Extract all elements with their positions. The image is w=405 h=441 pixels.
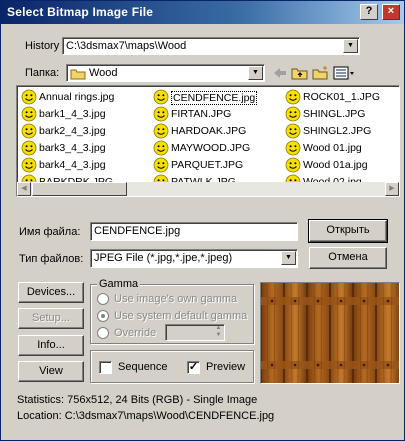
file-list-item[interactable]: ROCK01_1.JPG	[285, 89, 405, 105]
file-name: HARDOAK.JPG	[171, 125, 247, 137]
file-name: Annual rings.jpg	[39, 91, 115, 103]
history-value: C:\3dsmax7\maps\Wood	[66, 40, 187, 52]
history-label: History	[25, 40, 60, 52]
file-name: SHINGL2.JPG	[303, 125, 372, 137]
window-title: Select Bitmap Image File	[7, 5, 154, 19]
file-list-item[interactable]: Wood 01.jpg	[285, 140, 405, 156]
up-folder-icon[interactable]	[291, 65, 309, 81]
chevron-down-icon[interactable]: ▼	[343, 39, 358, 53]
file-list-item[interactable]: PARQUET.JPG	[153, 157, 281, 173]
smiley-icon	[153, 106, 169, 122]
lookin-combo[interactable]: Wood ▼	[66, 64, 265, 82]
filetype-value: JPEG File (*.jpg,*.jpe,*.jpeg)	[94, 252, 233, 264]
gamma-override-radio[interactable]	[97, 327, 109, 339]
file-list-item[interactable]: CENDFENCE.jpg	[153, 89, 281, 105]
file-list-item[interactable]: bark3_4_3.jpg	[21, 140, 149, 156]
filetype-combo[interactable]: JPEG File (*.jpg,*.jpe,*.jpeg) ▼	[90, 249, 298, 268]
file-name: bark1_4_3.jpg	[39, 108, 106, 120]
file-list-item[interactable]: MAYWOOD.JPG	[153, 140, 281, 156]
smiley-icon	[21, 123, 37, 139]
smiley-icon	[21, 89, 37, 105]
cancel-button[interactable]: Отмена	[309, 247, 387, 269]
file-list-item[interactable]: bark1_4_3.jpg	[21, 106, 149, 122]
gamma-title: Gamma	[97, 278, 141, 290]
close-button[interactable]: ×	[382, 4, 400, 20]
file-list-item[interactable]: Annual rings.jpg	[21, 89, 149, 105]
preview-label: Preview	[206, 361, 246, 373]
smiley-icon	[285, 140, 301, 156]
gamma-override-label: Override	[114, 327, 157, 339]
wood-fence-thumbnail	[261, 283, 399, 383]
file-list[interactable]: Annual rings.jpg bark1_4_3.jpg bark2_4_3.j…	[16, 85, 400, 197]
open-button[interactable]: Открыть	[308, 219, 388, 243]
filetype-label: Тип файлов:	[19, 253, 84, 265]
lookin-label: Папка:	[25, 67, 60, 79]
preview-image	[260, 282, 400, 384]
scroll-thumb[interactable]	[32, 182, 127, 196]
file-list-item[interactable]: SHINGL2.JPG	[285, 123, 405, 139]
title-bar[interactable]: Select Bitmap Image File ? ×	[1, 1, 404, 24]
filename-value: CENDFENCE.jpg	[94, 225, 181, 237]
file-name: FIRTAN.JPG	[171, 108, 232, 120]
file-name: ROCK01_1.JPG	[303, 91, 381, 103]
file-name: bark2_4_3.jpg	[39, 125, 106, 137]
gamma-default-label: Use system default gamma	[114, 310, 248, 322]
help-button[interactable]: ?	[360, 4, 378, 20]
file-list-item[interactable]: SHINGL.JPG	[285, 106, 405, 122]
scroll-left-icon[interactable]: ◀	[17, 182, 31, 196]
smiley-icon	[21, 140, 37, 156]
info-button[interactable]: Info...	[18, 335, 84, 356]
dialog-window: Select Bitmap Image File ? × History C:\…	[0, 0, 405, 441]
file-list-item[interactable]: bark2_4_3.jpg	[21, 123, 149, 139]
gamma-own-radio[interactable]	[97, 293, 109, 305]
file-name: CENDFENCE.jpg	[171, 91, 258, 105]
horizontal-scrollbar[interactable]: ◀ ▶	[17, 182, 399, 196]
smiley-icon	[285, 89, 301, 105]
file-name: Wood 01.jpg	[303, 142, 362, 154]
file-name: bark3_4_3.jpg	[39, 142, 106, 154]
smiley-icon	[153, 140, 169, 156]
history-combo[interactable]: C:\3dsmax7\maps\Wood ▼	[62, 37, 360, 55]
file-name: Wood 01a.jpg	[303, 159, 368, 171]
chevron-down-icon[interactable]: ▼	[248, 66, 263, 80]
gamma-default-radio[interactable]	[97, 310, 109, 322]
file-name: PARQUET.JPG	[171, 159, 244, 171]
folder-icon	[70, 69, 86, 80]
file-list-item[interactable]: bark4_4_3.jpg	[21, 157, 149, 173]
spinner-up-icon[interactable]: ▲	[214, 325, 223, 332]
file-name: bark4_4_3.jpg	[39, 159, 106, 171]
gamma-own-label: Use image's own gamma	[114, 293, 238, 305]
chevron-down-icon[interactable]: ▼	[281, 251, 296, 265]
file-list-item[interactable]: Wood 01a.jpg	[285, 157, 405, 173]
view-button[interactable]: View	[18, 361, 84, 382]
file-name: MAYWOOD.JPG	[171, 142, 251, 154]
smiley-icon	[153, 157, 169, 173]
scroll-right-icon[interactable]: ▶	[385, 182, 399, 196]
file-list-item[interactable]: HARDOAK.JPG	[153, 123, 281, 139]
file-name: SHINGL.JPG	[303, 108, 366, 120]
spinner-down-icon[interactable]: ▼	[214, 332, 223, 339]
smiley-icon	[21, 106, 37, 122]
setup-button[interactable]: Setup...	[18, 308, 84, 329]
filename-label: Имя файла:	[19, 226, 81, 238]
devices-button[interactable]: Devices...	[18, 282, 84, 303]
smiley-icon	[153, 89, 169, 105]
statistics-text: Statistics: 756x512, 24 Bits (RGB) - Sin…	[17, 394, 258, 406]
new-folder-icon[interactable]	[312, 65, 330, 81]
filename-input[interactable]: CENDFENCE.jpg	[90, 222, 298, 241]
back-arrow-icon[interactable]	[271, 65, 289, 81]
smiley-icon	[285, 106, 301, 122]
preview-checkbox[interactable]: ✓	[187, 361, 200, 374]
sequence-checkbox[interactable]	[99, 361, 112, 374]
smiley-icon	[285, 123, 301, 139]
lookin-value: Wood	[89, 67, 118, 79]
view-menu-icon[interactable]	[333, 65, 357, 81]
sequence-label: Sequence	[118, 361, 168, 373]
smiley-icon	[285, 157, 301, 173]
gamma-override-spinner[interactable]: ▲ ▼	[165, 324, 225, 341]
smiley-icon	[21, 157, 37, 173]
smiley-icon	[153, 123, 169, 139]
file-list-item[interactable]: FIRTAN.JPG	[153, 106, 281, 122]
location-text: Location: C:\3dsmax7\maps\Wood\CENDFENCE…	[17, 410, 275, 422]
